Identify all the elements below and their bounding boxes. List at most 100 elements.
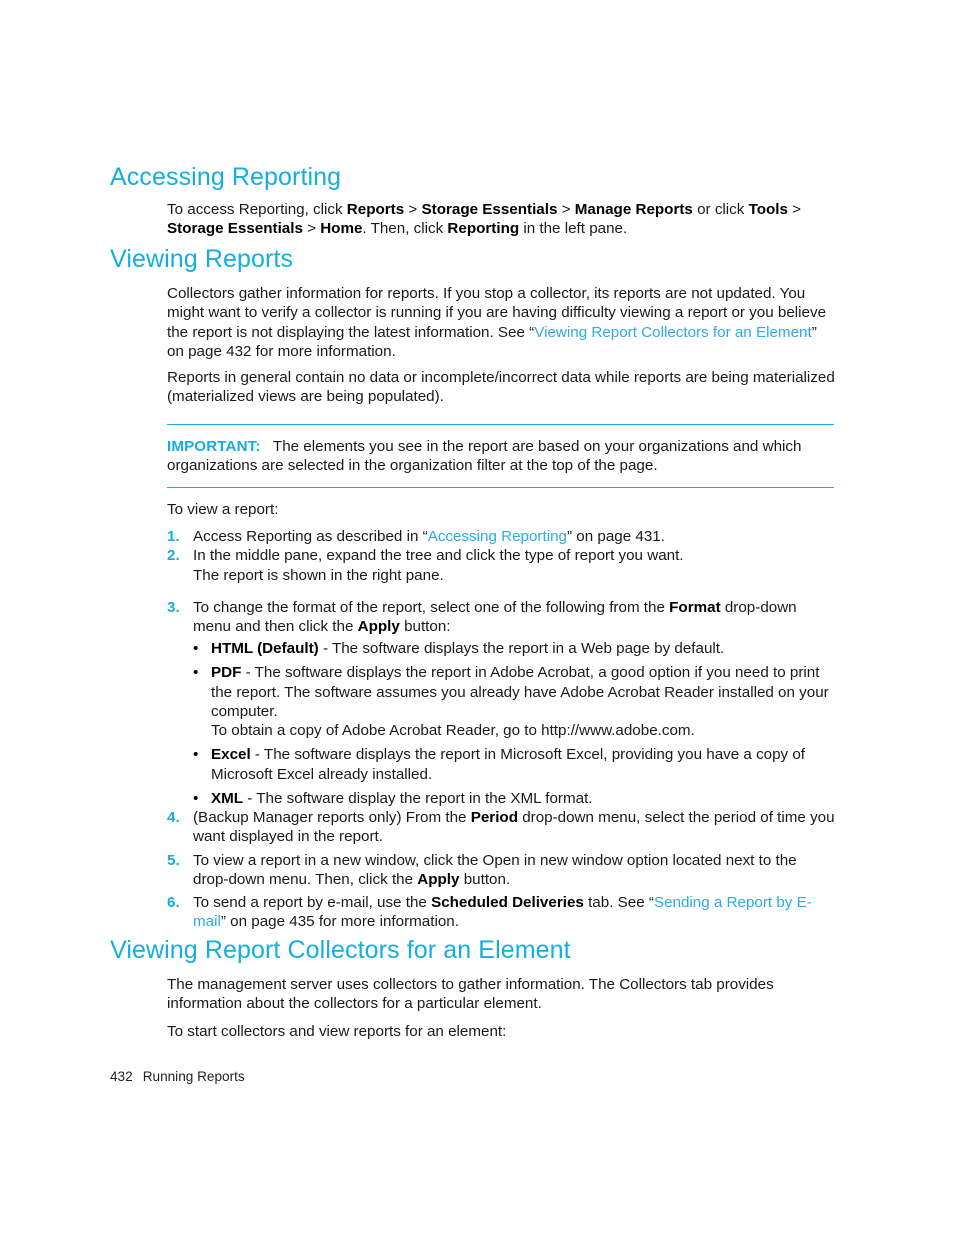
cross-reference-link-accessing[interactable]: Accessing Reporting xyxy=(428,528,567,545)
text-run: To send a report by e-mail, use the xyxy=(193,894,432,912)
bullet-item-excel: • Excel - The software displays the repo… xyxy=(189,745,835,784)
step-item-6: 6. To send a report by e-mail, use the S… xyxy=(167,893,835,932)
step-text: Access Reporting as described in “Access… xyxy=(193,527,835,546)
ordered-steps: 4. (Backup Manager reports only) From th… xyxy=(167,808,835,932)
bullet-text: XML - The software display the report in… xyxy=(211,789,835,808)
step-text: To change the format of the report, sele… xyxy=(193,598,835,637)
bold-xml: XML xyxy=(211,790,244,808)
bullet-list: • HTML (Default) - The software displays… xyxy=(167,639,835,808)
text-run: - The software displays the report in Mi… xyxy=(211,746,806,783)
bullet-text: PDF - The software displays the report i… xyxy=(211,663,835,721)
ordered-steps: 3. To change the format of the report, s… xyxy=(167,598,835,637)
heading-accessing-reporting: Accessing Reporting xyxy=(110,163,342,191)
text-run: . Then, click xyxy=(362,220,448,238)
separator: > xyxy=(557,201,575,218)
step-number: 6. xyxy=(167,894,180,912)
heading-viewing-reports: Viewing Reports xyxy=(110,245,294,273)
viewing-collectors-paragraph-1: The management server uses collectors to… xyxy=(167,975,835,1014)
bullet-dot-icon: • xyxy=(193,746,199,764)
heading-viewing-report-collectors: Viewing Report Collectors for an Element xyxy=(110,936,571,964)
text-run: Access Reporting as described in “ xyxy=(193,528,428,545)
text-run: in the left pane. xyxy=(519,220,628,238)
step-text: In the middle pane, expand the tree and … xyxy=(193,547,684,565)
bold-html-default: HTML (Default) xyxy=(211,640,319,657)
bullet-text: HTML (Default) - The software displays t… xyxy=(211,639,835,658)
text-run: To change the format of the report, sele… xyxy=(193,599,670,616)
viewing-reports-paragraph-2: Reports in general contain no data or in… xyxy=(167,368,835,407)
step-item-5: 5. To view a report in a new window, cli… xyxy=(167,851,835,890)
step-text: (Backup Manager reports only) From the P… xyxy=(193,808,835,847)
bold-tools: Tools xyxy=(748,201,788,218)
text-run: ” on page 435 for more information. xyxy=(220,913,459,931)
steps-list-part-3: 4. (Backup Manager reports only) From th… xyxy=(167,808,835,932)
step-number: 1. xyxy=(167,528,180,545)
accessing-reporting-paragraph: To access Reporting, click Reports > Sto… xyxy=(167,200,835,239)
viewing-reports-paragraph-1: Collectors gather information for report… xyxy=(167,284,835,361)
bold-home: Home xyxy=(320,220,363,238)
bold-excel: Excel xyxy=(211,746,251,764)
step-item-1: 1. Access Reporting as described in “Acc… xyxy=(167,527,835,546)
text-run: - The software display the report in the… xyxy=(243,790,593,808)
bullet-item-xml: • XML - The software display the report … xyxy=(189,789,835,808)
step-text: To send a report by e-mail, use the Sche… xyxy=(193,893,835,932)
format-options-bullets: • HTML (Default) - The software displays… xyxy=(167,639,835,808)
section-viewing-reports: Viewing Reports xyxy=(110,244,840,274)
text-run: button: xyxy=(399,618,451,636)
paragraph-text: Reports in general contain no data or in… xyxy=(167,369,835,406)
step-number: 4. xyxy=(167,809,180,826)
footer-chapter-title: Running Reports xyxy=(142,1069,245,1084)
paragraph-text: The management server uses collectors to… xyxy=(167,976,774,1013)
step-number: 3. xyxy=(167,599,180,616)
text-run: ” on page 431. xyxy=(566,528,665,545)
ordered-steps: 1. Access Reporting as described in “Acc… xyxy=(167,527,835,585)
bold-period: Period xyxy=(470,809,518,826)
text-run: button. xyxy=(459,870,511,888)
bold-format: Format xyxy=(669,599,721,616)
section-viewing-collectors: Viewing Report Collectors for an Element xyxy=(110,935,840,965)
paragraph-text: To access Reporting, click Reports > Sto… xyxy=(167,200,835,239)
step-item-4: 4. (Backup Manager reports only) From th… xyxy=(167,808,835,847)
view-report-intro: To view a report: xyxy=(167,500,835,519)
viewing-collectors-paragraph-2: To start collectors and view reports for… xyxy=(167,1022,835,1041)
text-run: - The software displays the report in a … xyxy=(318,640,725,657)
bullet-dot-icon: • xyxy=(193,664,199,682)
footer-page-number: 432 xyxy=(110,1069,133,1084)
steps-list-part-1: 1. Access Reporting as described in “Acc… xyxy=(167,527,835,585)
paragraph-text: Collectors gather information for report… xyxy=(167,284,835,361)
text-run: To access Reporting, click xyxy=(167,201,347,218)
text-run: or click xyxy=(692,201,749,218)
cross-reference-link-collectors[interactable]: Viewing Report Collectors for an Element xyxy=(534,324,811,341)
bold-manage-reports: Manage Reports xyxy=(574,201,693,218)
bold-storage-essentials-2: Storage Essentials xyxy=(167,220,303,238)
bullet-item-pdf: • PDF - The software displays the report… xyxy=(189,663,835,740)
bullet-text: Excel - The software displays the report… xyxy=(211,745,835,784)
bold-apply: Apply xyxy=(357,618,400,636)
important-note-box: IMPORTANT: The elements you see in the r… xyxy=(167,424,834,488)
bold-storage-essentials-1: Storage Essentials xyxy=(421,201,558,218)
bullet-extra-text: To obtain a copy of Adobe Acrobat Reader… xyxy=(211,722,695,740)
step-number: 5. xyxy=(167,851,180,869)
bullet-dot-icon: • xyxy=(193,640,199,657)
step-item-3: 3. To change the format of the report, s… xyxy=(167,598,835,637)
note-spacer xyxy=(261,438,273,455)
bold-reports: Reports xyxy=(346,201,405,218)
bold-reporting: Reporting xyxy=(447,220,520,238)
separator: > xyxy=(787,201,802,218)
bold-apply: Apply xyxy=(417,870,460,888)
step-number: 2. xyxy=(167,547,180,565)
bullet-dot-icon: • xyxy=(193,790,199,808)
document-page: Accessing Reporting To access Reporting,… xyxy=(0,0,954,1235)
bold-scheduled-deliveries: Scheduled Deliveries xyxy=(431,894,584,912)
text-run: (Backup Manager reports only) From the xyxy=(193,809,471,826)
intro-text: To view a report: xyxy=(167,501,279,518)
steps-list-part-2: 3. To change the format of the report, s… xyxy=(167,598,835,637)
paragraph-text: To start collectors and view reports for… xyxy=(167,1023,507,1040)
separator: > xyxy=(302,220,321,238)
bullet-item-html: • HTML (Default) - The software displays… xyxy=(189,639,835,658)
bold-pdf: PDF xyxy=(211,664,242,682)
text-run: - The software displays the report in Ad… xyxy=(211,664,829,720)
page-footer: 432 Running Reports xyxy=(110,1068,610,1085)
separator: > xyxy=(404,201,422,218)
note-paragraph: IMPORTANT: The elements you see in the r… xyxy=(167,437,834,476)
step-item-2: 2. In the middle pane, expand the tree a… xyxy=(167,546,835,585)
